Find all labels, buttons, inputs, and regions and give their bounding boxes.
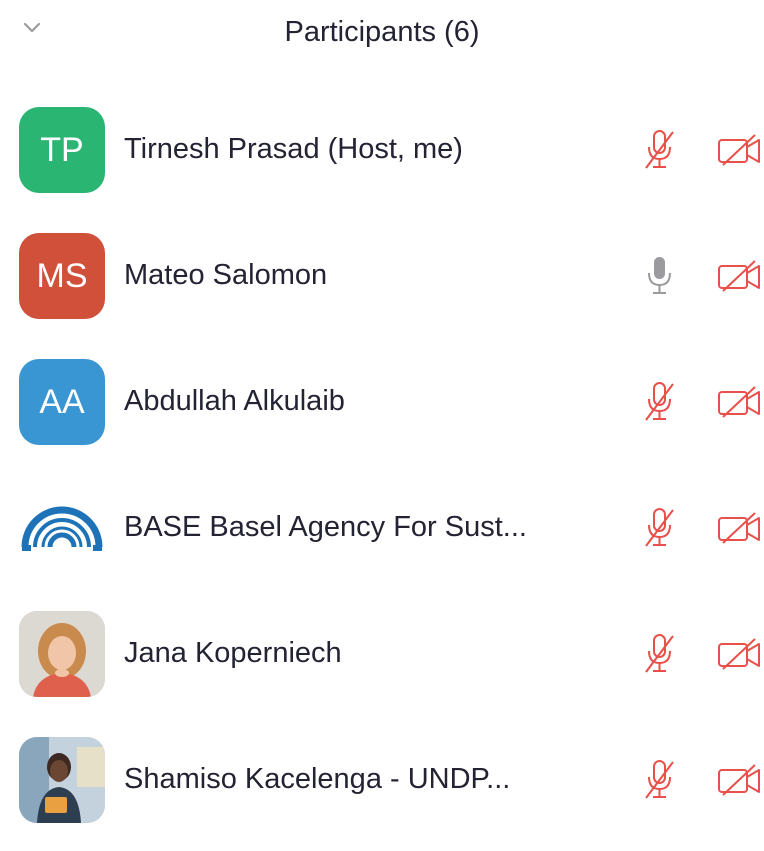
participant-row[interactable]: BASE Basel Agency For Sust... <box>0 473 764 599</box>
participant-name: Jana Koperniech <box>124 637 342 669</box>
mic-muted-icon[interactable] <box>640 505 680 551</box>
avatar: TP <box>19 107 105 193</box>
video-off-icon[interactable] <box>714 257 764 295</box>
avatar <box>19 737 105 823</box>
avatar-initials: AA <box>39 382 85 421</box>
participant-row[interactable]: TP Tirnesh Prasad (Host, me) <box>0 95 764 221</box>
participant-name: Shamiso Kacelenga - UNDP... <box>124 763 511 795</box>
organization-logo-icon <box>21 506 103 551</box>
participant-name: Tirnesh Prasad (Host, me) <box>124 133 463 165</box>
panel-title: Participants (6) <box>284 16 480 48</box>
video-off-icon[interactable] <box>714 761 764 799</box>
participant-row[interactable]: Shamiso Kacelenga - UNDP... <box>0 725 764 851</box>
mic-icon[interactable] <box>640 253 680 299</box>
participant-name: BASE Basel Agency For Sust... <box>124 511 527 543</box>
video-off-icon[interactable] <box>714 383 764 421</box>
avatar-initials: MS <box>36 256 88 295</box>
participant-name: Mateo Salomon <box>124 259 328 291</box>
participant-row[interactable]: MS Mateo Salomon <box>0 221 764 347</box>
participant-row[interactable]: AA Abdullah Alkulaib <box>0 347 764 473</box>
participant-name: Abdullah Alkulaib <box>124 385 345 417</box>
video-off-icon[interactable] <box>714 635 764 673</box>
avatar: MS <box>19 233 105 319</box>
avatar <box>19 611 105 697</box>
video-off-icon[interactable] <box>714 509 764 547</box>
mic-muted-icon[interactable] <box>640 127 680 173</box>
video-off-icon[interactable] <box>714 131 764 169</box>
mic-muted-icon[interactable] <box>640 379 680 425</box>
participant-row[interactable]: Jana Koperniech <box>0 599 764 725</box>
participants-header: Participants (6) <box>0 0 764 70</box>
participant-list: TP Tirnesh Prasad (Host, me) MS Mateo Sa… <box>0 95 764 851</box>
avatar: AA <box>19 359 105 445</box>
mic-muted-icon[interactable] <box>640 631 680 677</box>
avatar <box>19 485 105 571</box>
avatar-initials: TP <box>40 130 84 169</box>
profile-photo-icon <box>19 737 105 823</box>
mic-muted-icon[interactable] <box>640 757 680 803</box>
profile-photo-icon <box>19 611 105 697</box>
